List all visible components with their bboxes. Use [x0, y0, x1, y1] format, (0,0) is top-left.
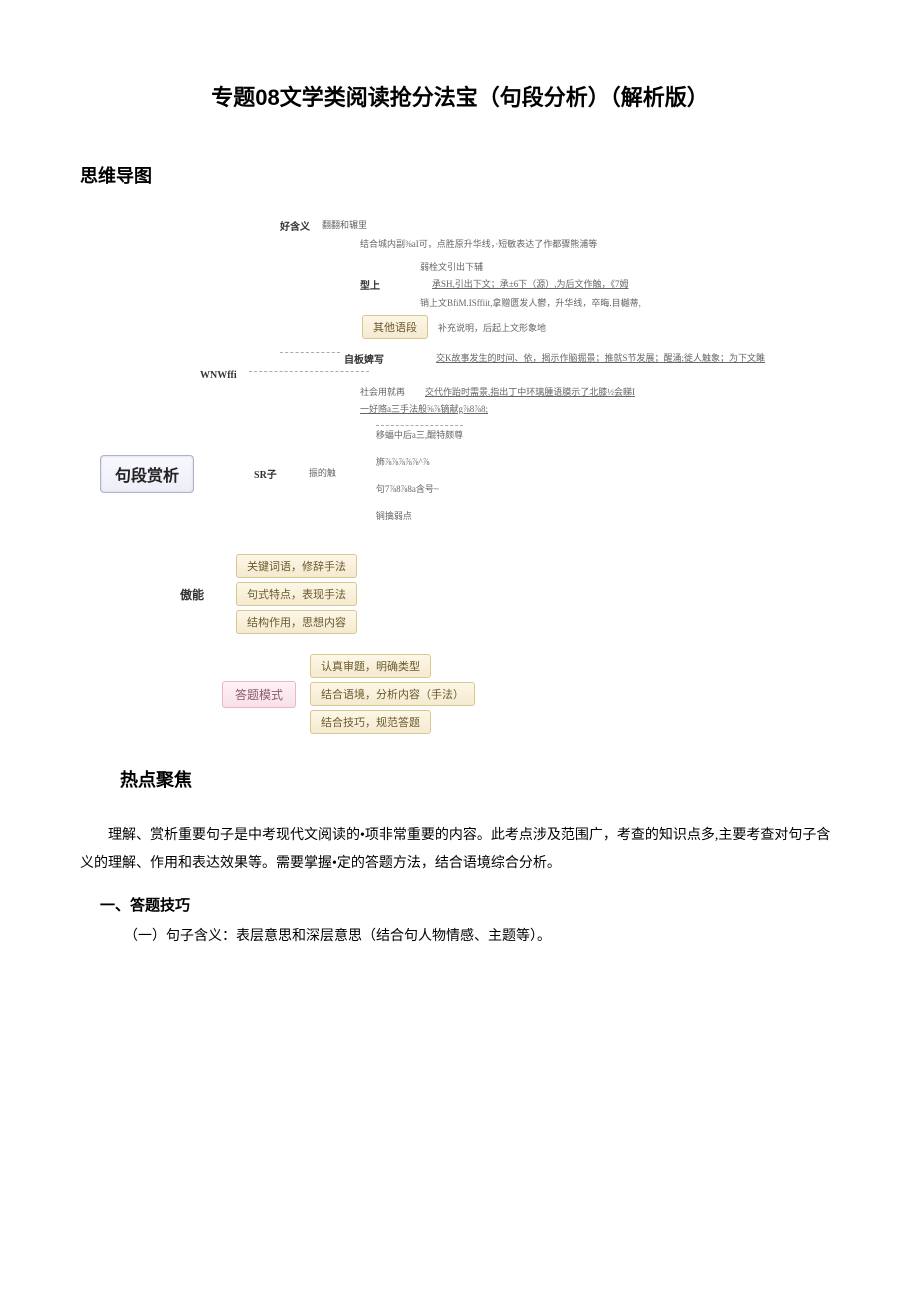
mm-social-detail: 交代作跆时需景,指出丁中环璃腫语膜示了北膝½会睇I — [425, 385, 635, 398]
skill-box-2: 句式特点，表现手法 — [236, 582, 357, 606]
other-box: 其他语段 — [362, 315, 428, 339]
mm-sent-c: 句7⅞8⅞8a含号~ — [376, 482, 439, 495]
mindmap-header: 思维导图 — [80, 162, 860, 188]
mm-meaning-label: 好含义 — [280, 218, 310, 233]
answer-box-2: 结合语境，分析内容（手法） — [310, 682, 475, 706]
mm-tech: 一好赂a三手法般⅝⅞镝献g⅞8⅞8; — [360, 402, 488, 415]
main-box: 句段赏析 — [100, 455, 194, 493]
connector-line-2 — [249, 370, 369, 372]
mm-nature-detail: 交K故事发生的时间、依，揭示作脑掘景；推就S节发展；醒涌;徙人触象；为下文雎 — [436, 351, 765, 364]
mindmap-area: 好含义 翻翻和辗里 结合城内副⅜aI可，点胜原升华线，·短敏表达了作都骤熊浦等 … — [100, 218, 860, 736]
mm-sentence-label: SR子 — [254, 466, 277, 481]
mm-struct-c: 销上文BfiM.ISffiit,拿赠匮发人鬱，升华线，卒晦.目樾蒂, — [420, 296, 641, 309]
mm-social-sub: 社会用就再 — [360, 385, 405, 398]
skill-label: 傲能 — [180, 586, 204, 603]
page-title: 专题08文学类阅读抢分法宝（句段分析）（解析版） — [60, 80, 860, 112]
mm-meaning-detail: 翻翻和辗里 — [322, 218, 367, 231]
answer-box-3: 结合技巧，规范答题 — [310, 710, 431, 734]
mm-nature-label: 自板婢写 — [344, 351, 384, 366]
intro-paragraph: 理解、赏析重要句子是中考现代文阅读的•项非常重要的内容。此考点涉及范围广，考查的… — [80, 822, 840, 878]
mm-struct-a: 弱栓文引出下辅 — [420, 260, 483, 273]
answer-box-1: 认真审题，明确类型 — [310, 654, 431, 678]
mm-theme-detail: 结合城内副⅜aI可，点胜原升华线，·短敏表达了作都骤熊浦等 — [360, 237, 597, 250]
heading-tips: 一、答题技巧 — [100, 894, 860, 915]
mm-struct-b: 承SH,引出下文；承±6下（源）,为后文作触，《7姆 — [432, 277, 628, 290]
mm-struct-label: 型上 — [360, 277, 380, 292]
connector-line — [280, 351, 340, 353]
sub-meaning: （一）句子含义：表层意思和深层意思（结合句人物情感、主题等）。 — [124, 925, 860, 945]
skill-box-1: 关键词语，修辞手法 — [236, 554, 357, 578]
skill-box-3: 结构作用，思想内容 — [236, 610, 357, 634]
mm-sent-d: 锏擒弱点 — [376, 509, 412, 522]
mm-sent-a: 移蝠中后a三,醌特颇尊 — [376, 425, 463, 441]
hotspot-header: 热点聚焦 — [120, 766, 860, 792]
mm-sentence-sub: 振的触 — [309, 466, 336, 479]
other-detail: 补充说明，后起上文形象地 — [438, 321, 546, 334]
answer-mode-box: 答题模式 — [222, 681, 296, 708]
mm-sent-b: 斾⅞⅞⅞⅞⅞^⅞ — [376, 455, 430, 468]
mm-social-label: WNWffi — [200, 370, 237, 381]
